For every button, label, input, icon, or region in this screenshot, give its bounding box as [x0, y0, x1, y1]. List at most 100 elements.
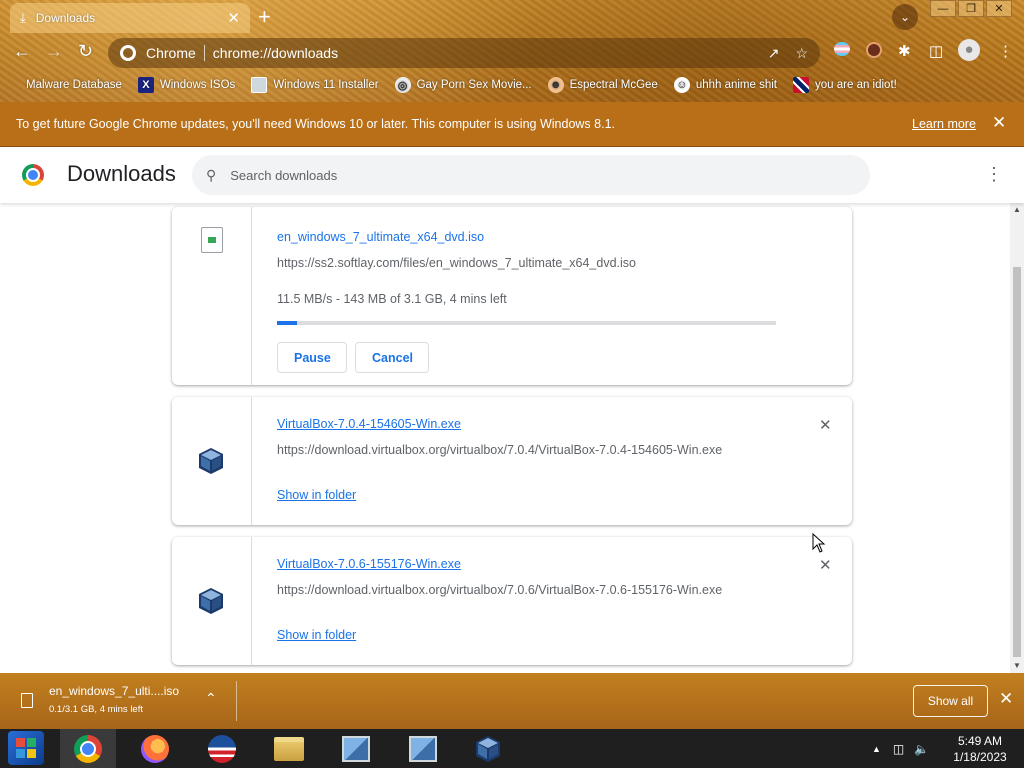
- chevron-up-icon[interactable]: ⌃: [205, 690, 217, 707]
- bookmark-6[interactable]: you are an idiot!: [793, 77, 897, 93]
- download-item: VirtualBox-7.0.4-154605-Win.exe https://…: [172, 397, 852, 525]
- address-bar[interactable]: Chrome chrome://downloads ↗ ☆: [108, 38, 820, 68]
- shelf-divider: [236, 681, 237, 721]
- file-explorer-icon: [274, 736, 304, 761]
- taskbar-file-explorer[interactable]: [261, 729, 317, 768]
- image-icon: [251, 77, 268, 93]
- clock[interactable]: 5:49 AM 1/18/2023: [940, 733, 1020, 765]
- show-in-folder-link[interactable]: Show in folder: [277, 628, 356, 642]
- downloads-list: en_windows_7_ultimate_x64_dvd.iso https:…: [0, 203, 1010, 673]
- download-filename[interactable]: VirtualBox-7.0.6-155176-Win.exe: [277, 557, 461, 571]
- bookmark-label: Windows 11 Installer: [273, 79, 379, 91]
- back-button[interactable]: ←: [13, 41, 31, 62]
- taskbar-firefox[interactable]: [127, 729, 183, 768]
- shelf-close-icon[interactable]: ✕: [999, 689, 1013, 709]
- scrollbar-thumb[interactable]: [1013, 267, 1021, 657]
- scrollbar[interactable]: ▲ ▼: [1010, 203, 1024, 673]
- download-filename[interactable]: en_windows_7_ultimate_x64_dvd.iso: [277, 230, 484, 244]
- tab-downloads[interactable]: ⤓ Downloads ✕: [10, 3, 250, 33]
- file-icon: [201, 227, 223, 253]
- bookmark-5[interactable]: ☺ uhhh anime shit: [673, 77, 777, 93]
- profile-avatar-icon[interactable]: ●: [958, 39, 980, 61]
- network-icon[interactable]: ◫: [893, 742, 904, 756]
- menu-kebab-icon[interactable]: ⋮: [998, 42, 1013, 60]
- infobar-close-icon[interactable]: ✕: [992, 113, 1006, 133]
- taskbar-obama[interactable]: [194, 729, 250, 768]
- chrome-logo-icon: [22, 164, 44, 186]
- show-hidden-icons-icon[interactable]: ▲: [872, 744, 881, 754]
- taskbar-chrome[interactable]: [60, 729, 116, 768]
- extensions-puzzle-icon[interactable]: ✱: [898, 42, 911, 60]
- bookmarks-bar: Malware Database X Windows ISOs Windows …: [0, 72, 1024, 98]
- bookmark-3[interactable]: ◎ Gay Porn Sex Movie...: [394, 77, 532, 93]
- reload-button[interactable]: ↻: [78, 41, 93, 62]
- pause-button[interactable]: Pause: [277, 342, 347, 373]
- download-filename[interactable]: VirtualBox-7.0.4-154605-Win.exe: [277, 417, 461, 431]
- virtualbox-icon: [199, 588, 223, 614]
- chrome-icon: [120, 45, 136, 61]
- window-controls: — ❐ ✕: [928, 0, 1012, 17]
- search-box[interactable]: ⚲: [192, 155, 870, 195]
- download-progress-bar: [277, 321, 776, 325]
- bookmark-4[interactable]: ☻ Espectral McGee: [547, 77, 658, 93]
- omnibox-separator: [203, 45, 205, 61]
- download-item-icon-column: [172, 207, 252, 385]
- anime-icon: ☺: [673, 77, 690, 93]
- tab-search-button[interactable]: ⌄: [892, 4, 918, 30]
- network-setup-icon: [409, 735, 437, 762]
- restore-button[interactable]: ❐: [958, 0, 984, 17]
- remove-download-icon[interactable]: ✕: [819, 556, 832, 574]
- extension-flag-icon[interactable]: [834, 42, 850, 60]
- firefox-icon: [141, 734, 169, 763]
- new-tab-button[interactable]: +: [258, 6, 271, 28]
- bookmark-1[interactable]: X Windows ISOs: [137, 77, 236, 93]
- system-tray: ▲ ◫ 🔈: [872, 729, 929, 768]
- cancel-button[interactable]: Cancel: [355, 342, 429, 373]
- download-item: VirtualBox-7.0.6-155176-Win.exe https://…: [172, 537, 852, 665]
- update-infobar: To get future Google Chrome updates, you…: [0, 102, 1024, 147]
- bookmark-2[interactable]: Windows 11 Installer: [251, 77, 379, 93]
- bookmark-label: Gay Porn Sex Movie...: [416, 79, 532, 91]
- minimize-button[interactable]: —: [930, 0, 956, 17]
- omnibox-site: Chrome: [146, 45, 196, 61]
- scroll-up-arrow-icon[interactable]: ▲: [1013, 205, 1021, 214]
- download-item-in-progress: en_windows_7_ultimate_x64_dvd.iso https:…: [172, 207, 852, 385]
- scroll-down-arrow-icon[interactable]: ▼: [1013, 661, 1021, 670]
- bookmark-label: Malware Database: [26, 79, 122, 91]
- globe-icon: ◎: [394, 77, 411, 93]
- clock-time: 5:49 AM: [957, 734, 1003, 748]
- forward-button[interactable]: →: [45, 41, 63, 62]
- infobar-message: To get future Google Chrome updates, you…: [16, 117, 615, 131]
- volume-icon[interactable]: 🔈: [914, 742, 929, 756]
- bookmark-label: you are an idiot!: [815, 79, 897, 91]
- shelf-item-name[interactable]: en_windows_7_ulti....iso: [49, 684, 179, 698]
- taskbar-setup-1[interactable]: [328, 729, 384, 768]
- bookmark-label: Windows ISOs: [159, 79, 236, 91]
- extension-avatar-icon[interactable]: [866, 42, 882, 62]
- show-in-folder-link[interactable]: Show in folder: [277, 488, 356, 502]
- blank-bookmark-icon: [14, 77, 20, 93]
- bookmark-star-icon[interactable]: ☆: [795, 45, 808, 62]
- taskbar-setup-2[interactable]: [395, 729, 451, 768]
- close-window-button[interactable]: ✕: [986, 0, 1012, 17]
- download-status: 11.5 MB/s - 143 MB of 3.1 GB, 4 mins lef…: [277, 292, 507, 306]
- avatar-icon: ☻: [547, 77, 564, 93]
- tab-label: Downloads: [35, 11, 96, 25]
- downloads-header: Downloads ⚲ ⋮: [0, 147, 1024, 203]
- search-icon: ⚲: [206, 166, 217, 183]
- side-panel-icon[interactable]: ◫: [929, 42, 943, 60]
- taskbar-virtualbox[interactable]: [460, 729, 516, 768]
- search-input[interactable]: [230, 167, 831, 183]
- tab-close-icon[interactable]: ✕: [227, 9, 240, 27]
- download-url: https://download.virtualbox.org/virtualb…: [277, 583, 723, 597]
- more-actions-icon[interactable]: ⋮: [985, 164, 1003, 185]
- show-all-button[interactable]: Show all: [913, 685, 988, 717]
- clock-date: 1/18/2023: [953, 750, 1007, 764]
- remove-download-icon[interactable]: ✕: [819, 416, 832, 434]
- start-button[interactable]: [8, 731, 44, 765]
- virtualbox-icon: [476, 735, 500, 762]
- learn-more-link[interactable]: Learn more: [912, 117, 976, 131]
- mouse-cursor-icon: [812, 533, 826, 553]
- bookmark-0[interactable]: Malware Database: [14, 77, 122, 93]
- share-icon[interactable]: ↗: [768, 45, 780, 62]
